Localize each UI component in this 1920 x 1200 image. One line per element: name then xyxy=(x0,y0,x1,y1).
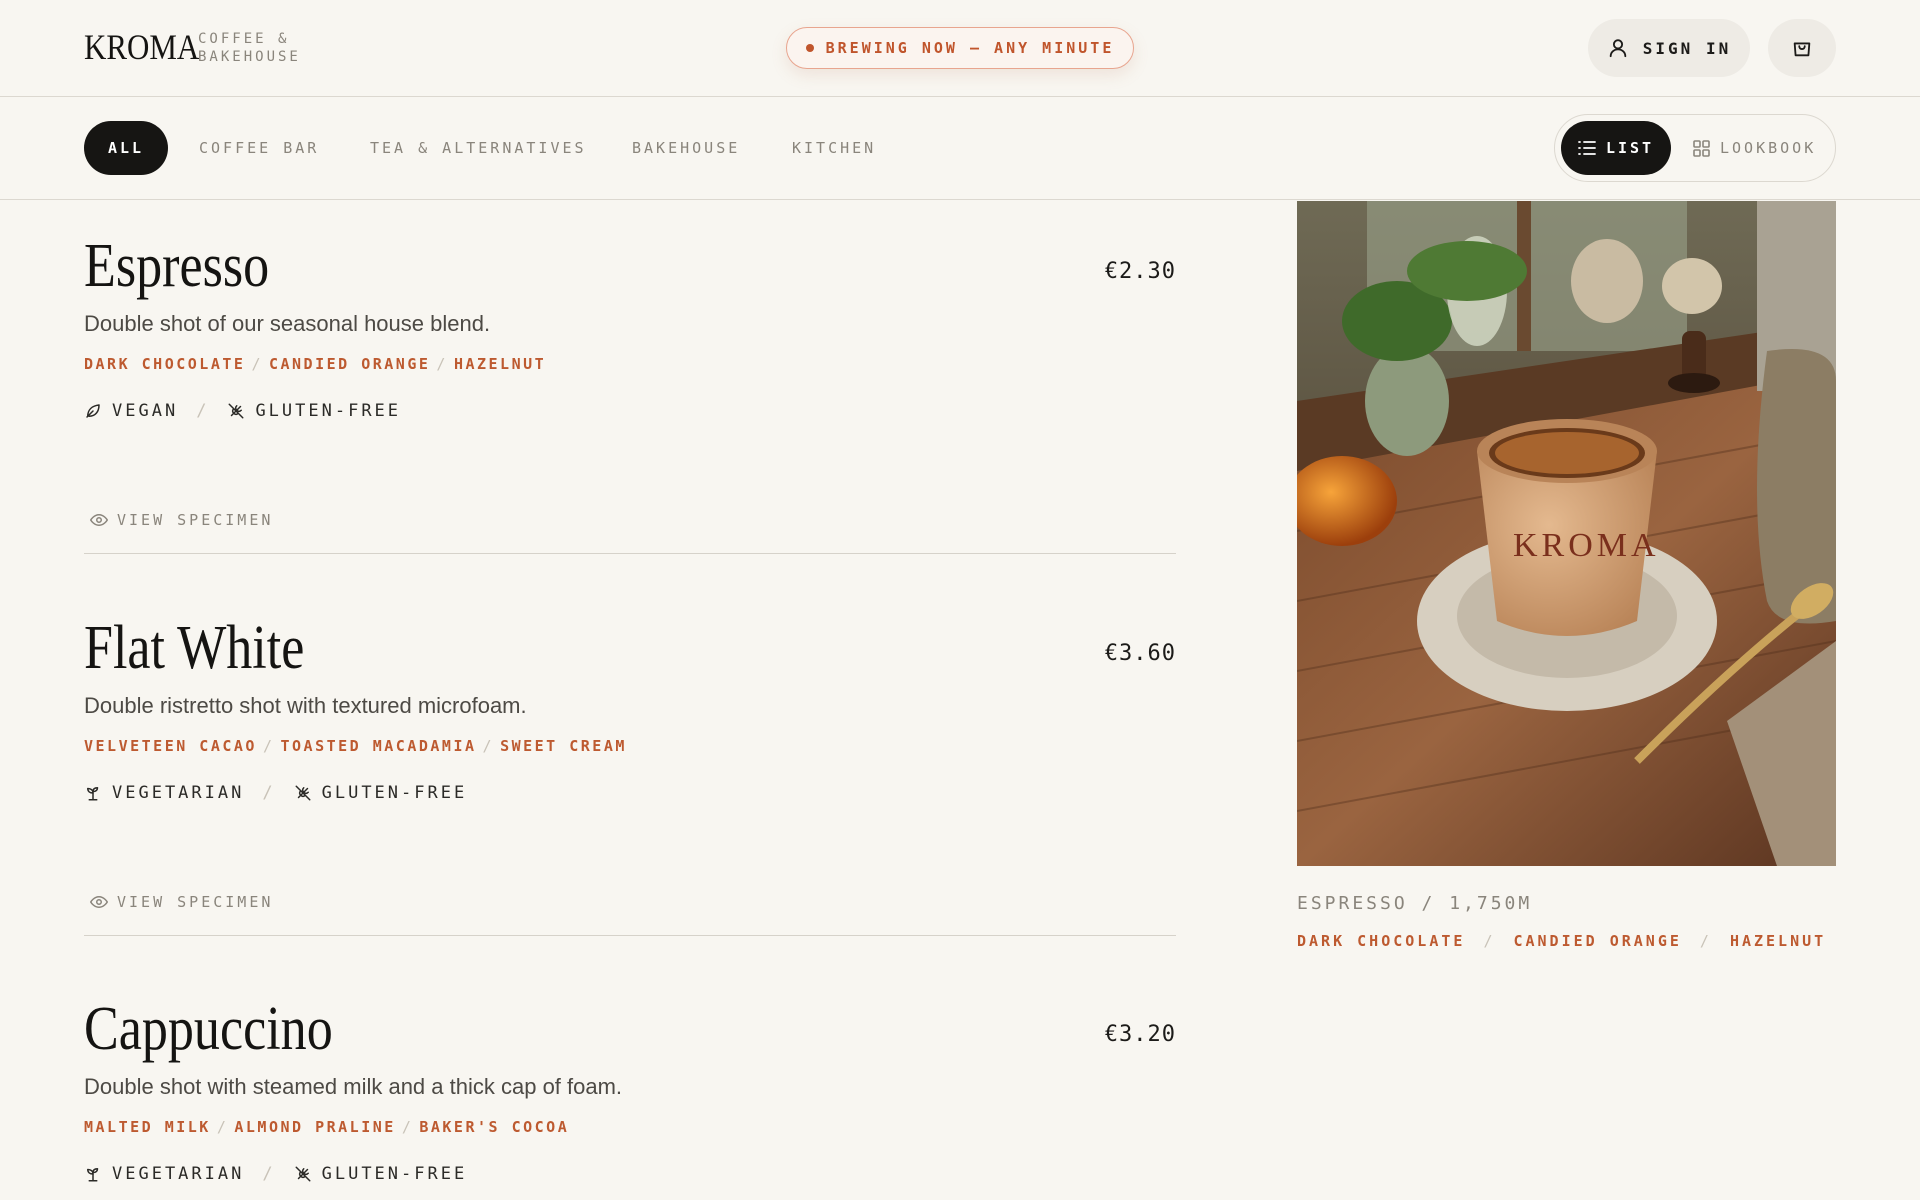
brewing-status-label: BREWING NOW — ANY MINUTE xyxy=(825,39,1115,57)
item-name: Espresso xyxy=(84,232,270,300)
tasting-note: HAZELNUT xyxy=(1729,932,1827,950)
shopping-bag-icon xyxy=(1793,42,1811,57)
eye-icon xyxy=(90,513,108,527)
dietary-tag-label: VEGETARIAN xyxy=(112,783,245,803)
tasting-note: MALTED MILK xyxy=(84,1118,211,1136)
dietary-tag-label: GLUTEN-FREE xyxy=(255,401,402,421)
list-view-button[interactable]: LIST xyxy=(1561,121,1671,175)
item-price: €3.20 xyxy=(1104,1022,1176,1047)
tasting-note: BAKER'S COCOA xyxy=(419,1118,570,1136)
tasting-note: DARK CHOCOLATE xyxy=(84,355,246,373)
dietary-tag-label: GLUTEN-FREE xyxy=(321,1164,468,1184)
tasting-note: HAZELNUT xyxy=(453,355,547,373)
site-header: KROMA COFFEE & BAKEHOUSE BREWING NOW — A… xyxy=(0,0,1920,97)
view-specimen-link[interactable]: VIEW SPECIMEN xyxy=(90,511,273,529)
dietary-tag-label: VEGAN xyxy=(112,401,179,421)
view-toggle: LIST LOOKBOOK xyxy=(1554,114,1836,182)
featured-item-photo: KROMA xyxy=(1297,201,1836,866)
item-description: Double ristretto shot with textured micr… xyxy=(84,693,527,718)
dietary-tag-label: VEGETARIAN xyxy=(112,1164,245,1184)
tasting-note: TOASTED MACADAMIA xyxy=(280,737,477,755)
brand-subtitle-line1: COFFEE & xyxy=(198,31,290,47)
dietary-tag-vegetarian: VEGETARIAN xyxy=(84,1164,244,1184)
coffee-cup-photo: KROMA xyxy=(1297,201,1836,866)
featured-item-caption: ESPRESSO / 1,750M xyxy=(1297,893,1533,914)
wheat-off-icon xyxy=(228,403,244,419)
leaf-icon xyxy=(86,404,100,418)
tasting-note: DARK CHOCOLATE xyxy=(1297,932,1466,950)
tasting-note: CANDIED ORANGE xyxy=(268,355,431,373)
item-price: €2.30 xyxy=(1104,259,1176,284)
item-dietary-tags: VEGETARIAN / GLUTEN-FREE xyxy=(84,1164,467,1184)
category-tab-coffee-bar[interactable]: COFFEE BAR xyxy=(199,121,319,175)
eye-icon xyxy=(90,895,108,909)
item-divider xyxy=(84,935,1176,936)
list-view-label: LIST xyxy=(1605,139,1655,157)
item-tasting-notes: VELVETEEN CACAO / TOASTED MACADAMIA / SWEET … xyxy=(84,737,627,755)
wheat-off-icon xyxy=(295,785,311,801)
dietary-tag-vegetarian: VEGETARIAN xyxy=(84,783,244,803)
item-divider xyxy=(84,553,1176,554)
tasting-note: VELVETEEN CACAO xyxy=(84,737,257,755)
item-price: €3.60 xyxy=(1104,641,1176,666)
sprout-icon xyxy=(87,1168,99,1182)
sign-in-button[interactable]: SIGN IN xyxy=(1588,19,1750,77)
item-name: Flat White xyxy=(84,614,305,682)
featured-item-notes: DARK CHOCOLATE / CANDIED ORANGE / HAZELNUT xyxy=(1297,932,1827,950)
view-specimen-label: VIEW SPECIMEN xyxy=(117,511,274,529)
category-tab-tea-alternatives[interactable]: TEA & ALTERNATIVES xyxy=(370,121,587,175)
view-specimen-label: VIEW SPECIMEN xyxy=(117,893,274,911)
item-tasting-notes: MALTED MILK / ALMOND PRALINE / BAKER'S COCOA xyxy=(84,1118,570,1136)
dietary-tag-label: GLUTEN-FREE xyxy=(321,783,468,803)
tasting-note: CANDIED ORANGE xyxy=(1513,932,1682,950)
item-dietary-tags: VEGAN / GLUTEN-FREE xyxy=(84,401,401,421)
item-name: Cappuccino xyxy=(84,995,333,1063)
category-nav: ALL COFFEE BAR TEA & ALTERNATIVES BAKEHO… xyxy=(0,97,1920,200)
tasting-note: SWEET CREAM xyxy=(500,737,627,755)
tasting-note: ALMOND PRALINE xyxy=(234,1118,396,1136)
lookbook-view-label: LOOKBOOK xyxy=(1720,139,1817,157)
brewing-status-pill: BREWING NOW — ANY MINUTE xyxy=(786,27,1134,69)
sprout-icon xyxy=(87,787,99,801)
brand-logo[interactable]: KROMA xyxy=(84,26,199,68)
brand-subtitle-line2: BAKEHOUSE xyxy=(198,49,301,65)
dietary-tag-gluten-free: GLUTEN-FREE xyxy=(227,401,401,421)
category-tab-bakehouse[interactable]: BAKEHOUSE xyxy=(632,121,740,175)
category-tab-kitchen[interactable]: KITCHEN xyxy=(792,121,876,175)
item-dietary-tags: VEGETARIAN / GLUTEN-FREE xyxy=(84,783,467,803)
grid-icon xyxy=(1693,139,1710,157)
item-description: Double shot with steamed milk and a thic… xyxy=(84,1074,623,1099)
view-specimen-link[interactable]: VIEW SPECIMEN xyxy=(90,893,273,911)
item-tasting-notes: DARK CHOCOLATE / CANDIED ORANGE / HAZELNUT xyxy=(84,355,547,373)
status-dot-icon xyxy=(805,44,814,52)
lookbook-view-button[interactable]: LOOKBOOK xyxy=(1693,121,1816,175)
list-icon xyxy=(1578,141,1596,155)
sign-in-label: SIGN IN xyxy=(1642,38,1732,58)
dietary-tag-vegan: VEGAN xyxy=(84,401,178,421)
cart-button[interactable] xyxy=(1768,19,1836,77)
dietary-tag-gluten-free: GLUTEN-FREE xyxy=(294,1164,468,1184)
dietary-tag-gluten-free: GLUTEN-FREE xyxy=(294,783,468,803)
category-tab-all[interactable]: ALL xyxy=(84,121,169,175)
item-description: Double shot of our seasonal house blend. xyxy=(84,311,491,336)
cup-logo-text: KROMA xyxy=(1513,527,1660,564)
brand-subtitle: COFFEE & BAKEHOUSE xyxy=(198,30,301,66)
user-icon xyxy=(1609,39,1627,58)
wheat-off-icon xyxy=(295,1166,311,1182)
